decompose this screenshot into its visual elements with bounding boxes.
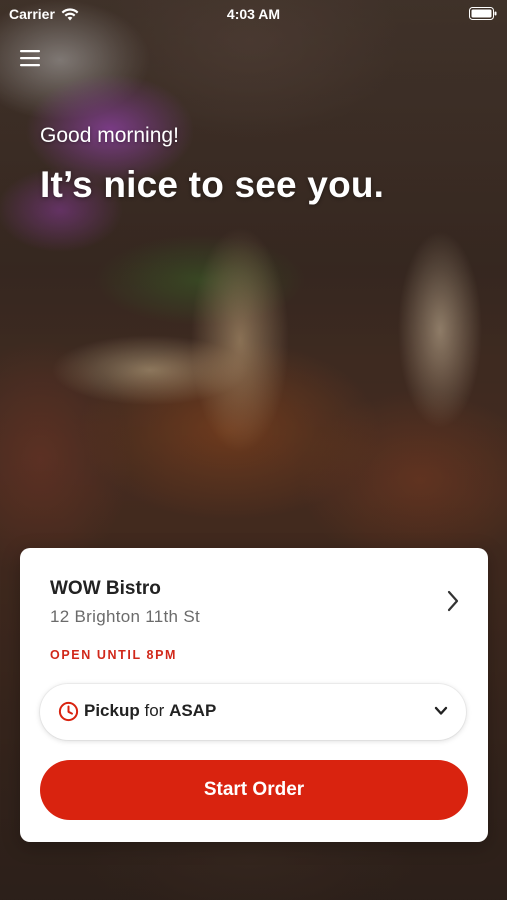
chevron-down-icon (434, 706, 448, 715)
store-selector[interactable]: WOW Bistro 12 Brighton 11th St (20, 548, 488, 638)
store-address: 12 Brighton 11th St (50, 607, 200, 626)
store-name: WOW Bistro (50, 578, 161, 599)
hamburger-menu-icon[interactable] (18, 46, 44, 70)
order-mode-connector: for (144, 701, 165, 720)
battery-icon (469, 7, 497, 23)
start-order-button[interactable]: Start Order (40, 760, 468, 820)
store-hours-status: OPEN UNTIL 8PM (50, 648, 178, 662)
status-bar: Carrier 4:03 AM (0, 0, 507, 28)
order-mode-type: Pickup (84, 701, 140, 720)
order-mode-dropdown[interactable]: Pickup for ASAP (40, 684, 466, 740)
status-time: 4:03 AM (226, 6, 281, 22)
chevron-right-icon (447, 590, 459, 612)
welcome-headline: It’s nice to see you. (40, 164, 385, 205)
order-mode-time: ASAP (169, 701, 217, 720)
store-card: WOW Bistro 12 Brighton 11th St OPEN UNTI… (20, 548, 488, 842)
clock-icon (58, 701, 79, 722)
greeting-text: Good morning! (40, 124, 179, 147)
order-mode-label: Pickup for ASAP (84, 701, 216, 721)
